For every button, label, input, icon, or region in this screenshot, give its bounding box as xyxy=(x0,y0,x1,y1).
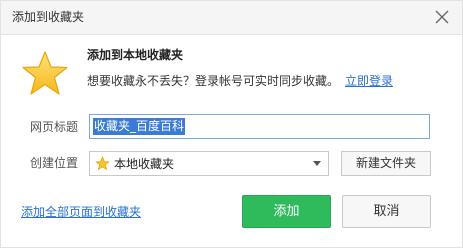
dialog-heading: 添加到本地收藏夹 xyxy=(87,48,184,62)
close-button[interactable] xyxy=(432,7,452,27)
add-all-pages-link[interactable]: 添加全部页面到收藏夹 xyxy=(21,204,141,220)
title-input-value: 收藏夹_百度百科 xyxy=(93,118,186,135)
sync-prompt-text: 想要收藏永不丢失？登录帐号可实时同步收藏。 xyxy=(87,74,340,88)
login-link[interactable]: 立即登录 xyxy=(345,73,393,89)
window-title: 添加到收藏夹 xyxy=(12,10,85,24)
folder-select-value: 本地收藏夹 xyxy=(114,157,175,171)
close-icon xyxy=(435,10,449,24)
new-folder-button[interactable]: 新建文件夹 xyxy=(341,151,431,176)
title-label: 网页标题 xyxy=(30,120,79,134)
cancel-button[interactable]: 取消 xyxy=(342,195,431,228)
star-icon xyxy=(21,50,69,96)
location-label: 创建位置 xyxy=(30,156,79,170)
title-input[interactable]: 收藏夹_百度百科 xyxy=(89,114,430,139)
titlebar: 添加到收藏夹 xyxy=(1,1,462,35)
folder-select[interactable]: 本地收藏夹 xyxy=(89,151,329,176)
add-button[interactable]: 添加 xyxy=(242,195,331,228)
add-bookmark-dialog: 添加到收藏夹 添加到本地收藏夹 想要收藏永不丢失？登录帐号可实时同步收藏。 立即… xyxy=(0,0,463,248)
star-icon xyxy=(95,156,110,170)
chevron-down-icon xyxy=(313,161,321,166)
